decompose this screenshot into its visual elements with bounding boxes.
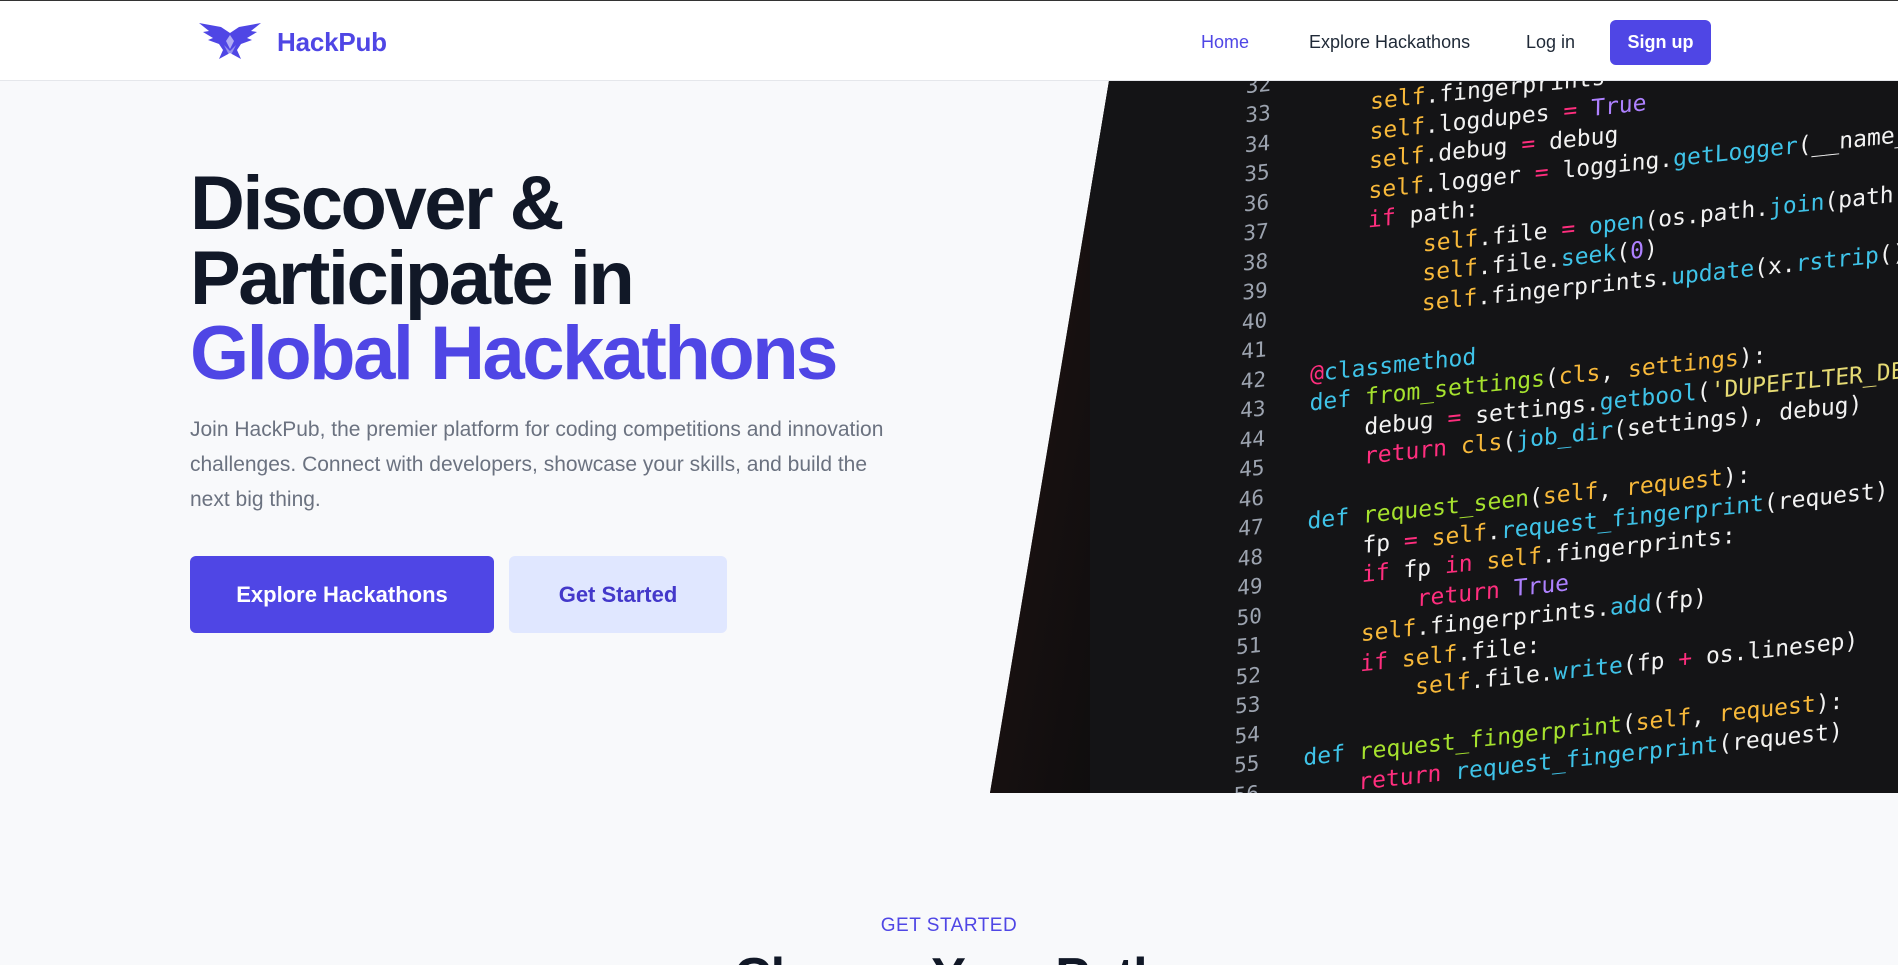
code-token: , — [1598, 475, 1627, 505]
code-token: ): — [1722, 462, 1751, 492]
code-token: () — [1878, 239, 1898, 269]
code-token: ( — [1544, 364, 1560, 392]
code-token: () — [1688, 81, 1716, 82]
hero-title: Discover & Participate in Global Hackath… — [190, 161, 910, 396]
code-token: = — [1563, 95, 1592, 125]
code-token: open — [1588, 207, 1645, 240]
code-token: self — [1542, 478, 1599, 511]
code-token: seek — [1560, 240, 1617, 273]
eagle-logo-icon[interactable] — [197, 23, 263, 61]
code-token: self — [1401, 640, 1458, 673]
code-token: = — [1619, 81, 1647, 89]
code-token: self — [1635, 704, 1692, 737]
code-token: 0 — [1629, 237, 1645, 265]
code-token: ): — [1738, 342, 1767, 372]
code-token: def — [1303, 739, 1359, 772]
code-token: + — [1678, 643, 1707, 673]
code-token: ( — [1502, 427, 1517, 456]
code-token: ( — [1696, 377, 1711, 406]
code-token: in — [1444, 548, 1487, 580]
code-token: self — [1486, 543, 1543, 576]
code-token: ( — [1528, 484, 1544, 512]
signup-button[interactable]: Sign up — [1610, 20, 1711, 65]
code-token: = — [1561, 213, 1590, 243]
code-token: self — [1431, 519, 1488, 552]
get-started-button[interactable]: Get Started — [509, 556, 727, 633]
code-token: def — [1307, 502, 1364, 535]
hero-title-accent: Global Hackathons — [190, 311, 838, 396]
nav-explore-hackathons-link[interactable]: Explore Hackathons — [1309, 32, 1470, 53]
brand-name[interactable]: HackPub — [277, 27, 387, 58]
code-token: ): — [1815, 688, 1844, 718]
code-token: = — [1447, 402, 1476, 432]
code-token: = — [1403, 525, 1432, 555]
code-token: cls — [1460, 429, 1503, 460]
code-token: , — [1690, 701, 1720, 731]
page: HackPub Home Explore Hackathons Log in S… — [0, 0, 1898, 965]
code-token: (x. — [1753, 250, 1796, 282]
code-token: add — [1609, 590, 1652, 622]
code-token: fp — [1403, 553, 1446, 584]
hero-title-line-2: Participate in — [190, 236, 635, 321]
code-token: = — [1534, 157, 1563, 187]
code-token: , — [1600, 357, 1629, 387]
hero-code-image: 31def __init__(self, path=None, debug=Fa… — [990, 81, 1898, 793]
code-token: True — [1513, 569, 1570, 602]
code-token: cls — [1558, 359, 1601, 391]
code-token: path: — [1409, 195, 1480, 230]
code-token: . — [1486, 517, 1502, 546]
code-token: @ — [1309, 359, 1325, 388]
code-token: join — [1768, 188, 1825, 221]
code-token: write — [1553, 652, 1624, 686]
code-token: = — [1521, 129, 1550, 159]
code-screen: 31def __init__(self, path=None, debug=Fa… — [1090, 81, 1898, 793]
code-token: debug — [1548, 122, 1619, 156]
code-listing: 31def __init__(self, path=None, debug=Fa… — [1207, 81, 1898, 793]
nav-login-link[interactable]: Log in — [1526, 32, 1575, 53]
section-label: GET STARTED — [880, 915, 1018, 936]
code-token: ) — [1643, 235, 1659, 264]
code-token: (fp — [1622, 646, 1679, 679]
code-token: ( — [1616, 238, 1631, 267]
code-token: True — [1590, 89, 1647, 122]
code-token: def — [1309, 384, 1366, 417]
navbar: HackPub Home Explore Hackathons Log in S… — [0, 1, 1898, 81]
nav-home-link[interactable]: Home — [1201, 32, 1249, 53]
code-token: ( — [1621, 710, 1636, 738]
section-title: Choose Your Path — [0, 947, 1898, 965]
hero-title-line-1: Discover & — [190, 161, 565, 246]
hero-description: Join HackPub, the premier platform for c… — [190, 418, 884, 511]
explore-hackathons-button[interactable]: Explore Hackathons — [190, 556, 494, 633]
code-token: (fp) — [1651, 584, 1708, 617]
